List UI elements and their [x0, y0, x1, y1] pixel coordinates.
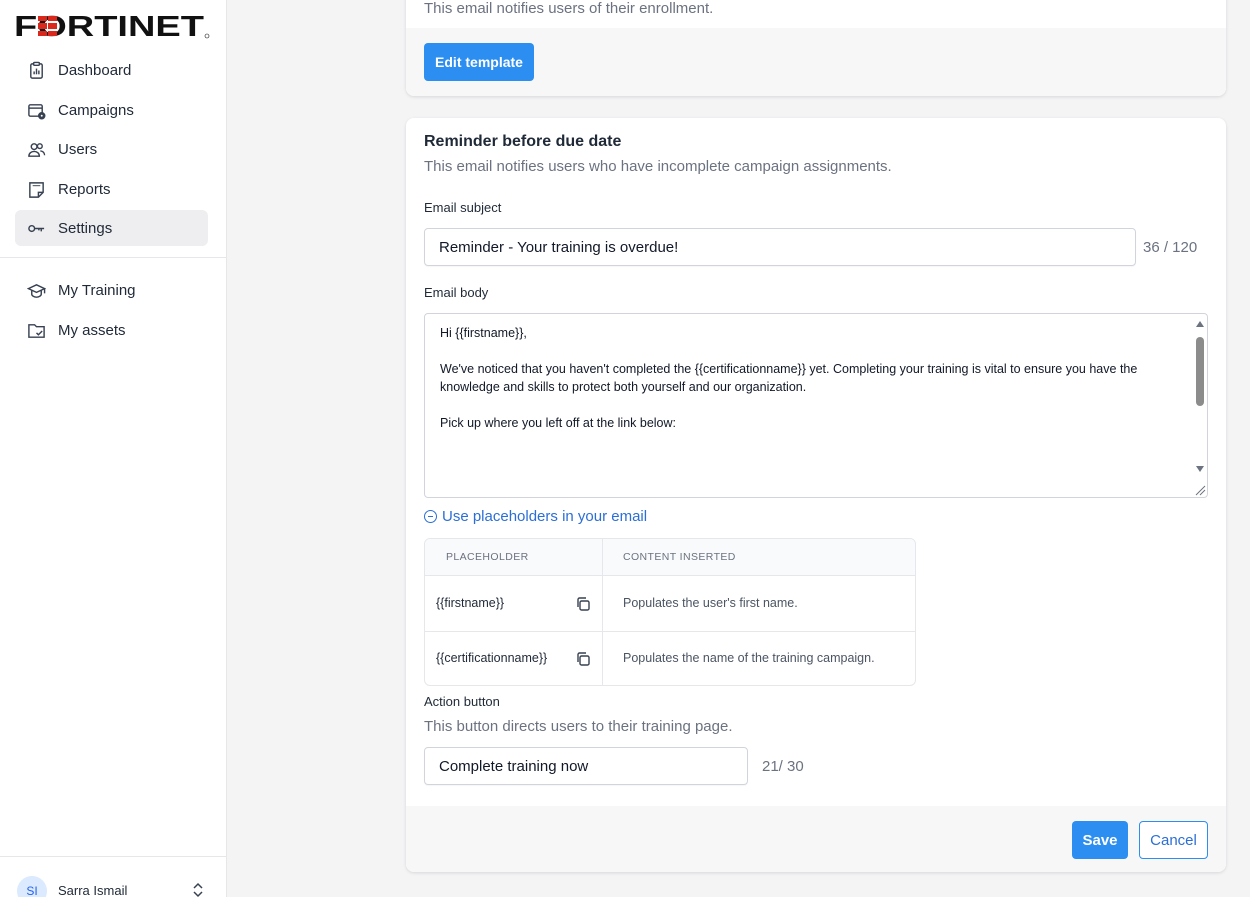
column-header-placeholder: PLACEHOLDER: [446, 551, 529, 563]
user-divider: [0, 856, 226, 857]
action-button-input[interactable]: Complete training now: [424, 747, 748, 785]
cancel-button[interactable]: Cancel: [1139, 821, 1208, 859]
reminder-email-card: Reminder before due date This email noti…: [406, 118, 1226, 872]
sidebar-item-settings[interactable]: Settings: [15, 210, 208, 246]
avatar[interactable]: SI: [17, 876, 47, 897]
sidebar-item-campaigns[interactable]: Campaigns: [15, 92, 208, 128]
edit-template-button[interactable]: Edit template: [424, 43, 534, 81]
use-placeholders-label: Use placeholders in your email: [442, 508, 648, 525]
subject-char-counter: 36 / 120: [1143, 239, 1198, 256]
action-char-counter: 21/ 30: [762, 758, 804, 775]
card-body: This email notifies users of their enrol…: [406, 0, 1226, 28]
campaigns-icon: [26, 100, 46, 120]
sidebar-item-label: Dashboard: [58, 61, 132, 79]
sidebar-item-my-assets[interactable]: My assets: [15, 312, 208, 348]
sidebar-item-label: My Training: [58, 281, 136, 299]
card-footer: Save Cancel: [406, 806, 1226, 872]
action-button-label: Action button: [424, 694, 500, 709]
sidebar: FORTINET Dashboard Campaigns Users Repor…: [0, 0, 227, 897]
users-icon: [26, 139, 46, 159]
chevron-up-down-icon[interactable]: [191, 882, 205, 897]
section-description: This email notifies users who have incom…: [424, 158, 892, 175]
textarea-scrollbar[interactable]: [1191, 314, 1207, 497]
user-name[interactable]: Sarra Ismail: [58, 883, 127, 897]
email-body-label: Email body: [424, 285, 489, 300]
reports-icon: [26, 179, 46, 199]
card-footer: Edit template: [406, 28, 1226, 96]
sidebar-item-users[interactable]: Users: [15, 131, 208, 167]
column-divider: [602, 539, 603, 685]
column-header-content: CONTENT INSERTED: [623, 551, 736, 563]
save-button[interactable]: Save: [1072, 821, 1128, 859]
sidebar-item-my-training[interactable]: My Training: [15, 272, 208, 308]
email-body-text[interactable]: Hi {{firstname}}, We've noticed that you…: [440, 324, 1185, 432]
section-title: Reminder before due date: [424, 133, 622, 150]
content-firstname: Populates the user's first name.: [623, 596, 798, 610]
enrollment-email-card: This email notifies users of their enrol…: [406, 0, 1226, 96]
dashboard-icon: [26, 60, 46, 80]
sidebar-divider: [0, 257, 226, 258]
email-subject-input[interactable]: Reminder - Your training is overdue!: [424, 228, 1136, 266]
sidebar-item-reports[interactable]: Reports: [15, 171, 208, 207]
action-button-description: This button directs users to their train…: [424, 718, 733, 735]
key-icon: [26, 218, 46, 238]
scroll-down-arrow-icon[interactable]: [1196, 466, 1204, 472]
scroll-up-arrow-icon[interactable]: [1196, 321, 1204, 327]
sidebar-item-label: Reports: [58, 180, 111, 198]
copy-icon[interactable]: [575, 596, 591, 612]
fortinet-logo[interactable]: FORTINET: [14, 13, 210, 39]
row-divider: [425, 631, 915, 632]
sidebar-item-label: Users: [58, 140, 98, 158]
resize-handle-icon[interactable]: [1192, 482, 1206, 496]
placeholder-firstname: {{firstname}}: [436, 596, 505, 610]
enrollment-description: This email notifies users of their enrol…: [424, 0, 714, 17]
copy-icon[interactable]: [575, 651, 591, 667]
sidebar-item-label: Settings: [58, 219, 113, 237]
content-certificationname: Populates the name of the training campa…: [623, 651, 875, 665]
use-placeholders-toggle[interactable]: Use placeholders in your email: [424, 508, 647, 525]
email-body-textarea[interactable]: Hi {{firstname}}, We've noticed that you…: [424, 313, 1208, 498]
sidebar-item-label: My assets: [58, 321, 126, 339]
sidebar-item-label: Campaigns: [58, 101, 134, 119]
folder-check-icon: [26, 320, 46, 340]
placeholders-table: PLACEHOLDER CONTENT INSERTED {{firstname…: [424, 538, 916, 686]
sidebar-item-dashboard[interactable]: Dashboard: [15, 52, 208, 88]
placeholder-certificationname: {{certificationname}}: [436, 651, 548, 665]
collapse-circle-icon: [424, 510, 437, 523]
graduation-cap-icon: [26, 280, 46, 300]
email-subject-label: Email subject: [424, 200, 502, 215]
scrollbar-thumb[interactable]: [1196, 337, 1204, 406]
